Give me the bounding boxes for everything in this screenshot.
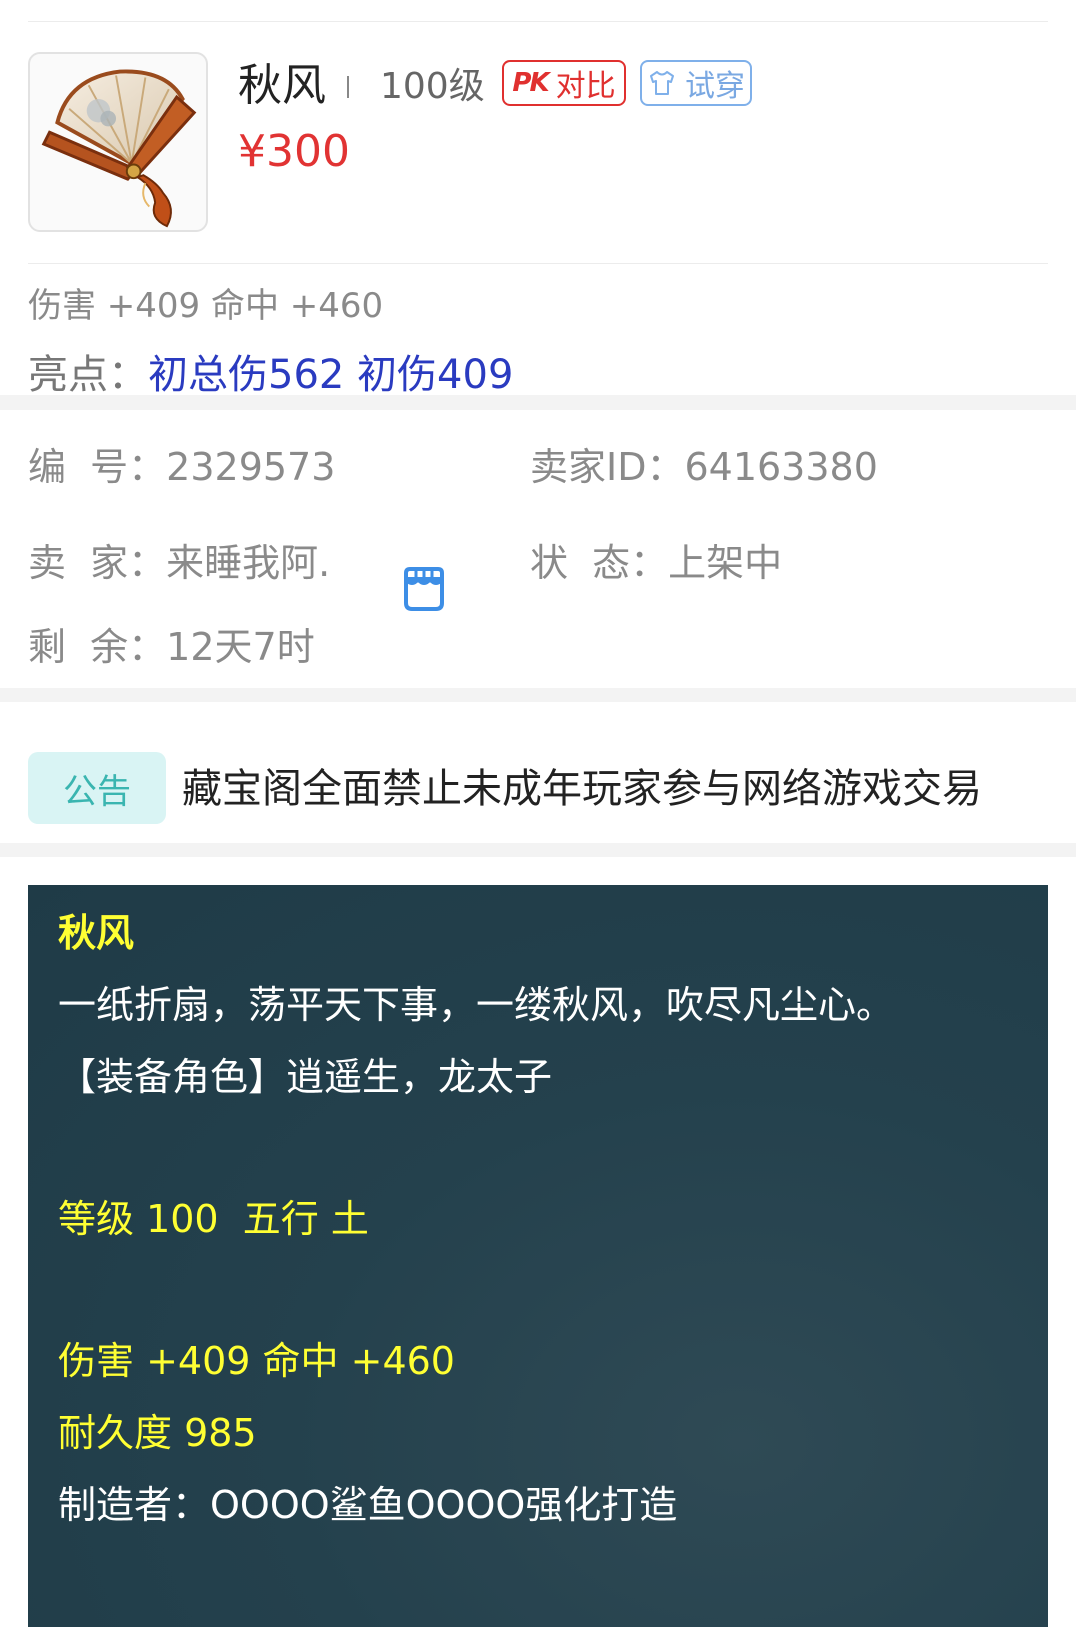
desc-maker: 制造者：OOOO鲨鱼OOOO强化打造 xyxy=(58,1483,678,1527)
desc-flavor-text: 一纸折扇，荡平天下事，一缕秋风，吹尽凡尘心。 xyxy=(58,983,895,1027)
shirt-icon xyxy=(650,71,674,95)
try-on-label: 试穿 xyxy=(685,69,745,104)
item-id-row: 编 号：2329573 xyxy=(28,442,335,492)
desc-durability: 耐久度 985 xyxy=(58,1411,257,1455)
mid-divider xyxy=(28,263,1048,264)
status-value: 上架中 xyxy=(668,541,783,585)
stats-summary: 伤害 +409 命中 +460 xyxy=(28,286,384,326)
status-label: 状 态： xyxy=(530,541,669,585)
notice-badge: 公告 xyxy=(28,752,166,824)
remaining-row: 剩 余：12天7时 xyxy=(28,622,315,672)
highlight-row: 亮点：初总伤562 初伤409 xyxy=(28,348,513,402)
desc-level-element: 等级 100 五行 土 xyxy=(58,1197,369,1241)
seller-label: 卖 家： xyxy=(28,541,167,585)
section-divider xyxy=(0,688,1076,702)
try-on-button[interactable]: 试穿 xyxy=(640,60,752,106)
highlight-label: 亮点： xyxy=(28,352,148,398)
section-divider xyxy=(0,395,1076,410)
item-id-value: 2329573 xyxy=(166,445,336,489)
item-price: ¥300 xyxy=(238,126,350,177)
seller-id-value: 64163380 xyxy=(684,445,878,489)
section-divider xyxy=(0,843,1076,857)
desc-roles: 【装备角色】逍遥生，龙太子 xyxy=(58,1055,553,1099)
compare-button[interactable]: PK 对比 xyxy=(502,60,626,106)
top-divider xyxy=(28,21,1048,22)
remaining-value: 12天7时 xyxy=(166,625,315,669)
item-id-label: 编 号： xyxy=(28,445,167,489)
desc-title: 秋风 xyxy=(58,911,135,955)
seller-id-label: 卖家ID： xyxy=(530,445,685,489)
compare-label: 对比 xyxy=(555,69,616,104)
seller-name[interactable]: 来睡我阿. xyxy=(166,541,330,585)
shop-icon[interactable] xyxy=(398,563,450,615)
item-thumbnail[interactable] xyxy=(28,52,208,232)
seller-id-row: 卖家ID：64163380 xyxy=(530,442,878,492)
desc-stats: 伤害 +409 命中 +460 xyxy=(58,1339,455,1383)
pk-icon: PK xyxy=(512,68,549,98)
seller-row: 卖 家：来睡我阿. xyxy=(28,538,330,588)
highlight-value: 初总伤562 初伤409 xyxy=(148,352,514,398)
item-level: 100级 xyxy=(380,66,485,107)
folding-fan-icon xyxy=(41,69,197,228)
remaining-label: 剩 余： xyxy=(28,625,167,669)
name-separator xyxy=(346,66,349,102)
item-name: 秋风 xyxy=(238,60,326,111)
notice-text[interactable]: 藏宝阁全面禁止未成年玩家参与网络游戏交易 xyxy=(182,762,982,816)
item-description-panel: 秋风 一纸折扇，荡平天下事，一缕秋风，吹尽凡尘心。 【装备角色】逍遥生，龙太子 … xyxy=(28,885,1048,1627)
status-row: 状 态：上架中 xyxy=(530,538,782,588)
